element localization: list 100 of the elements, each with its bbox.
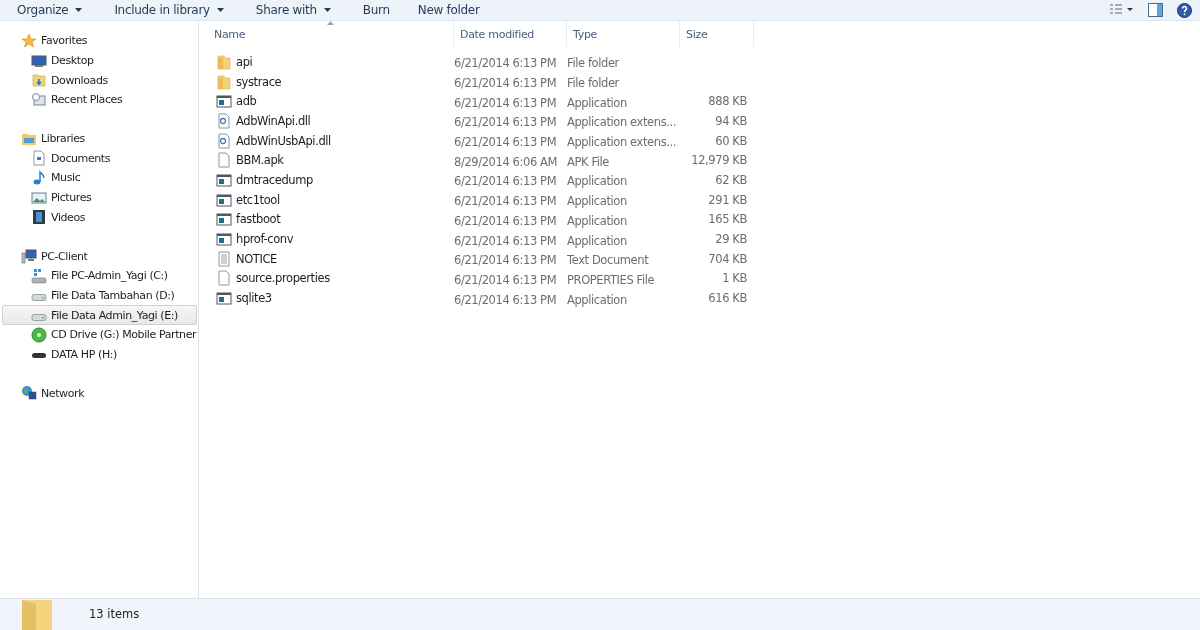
caret-icon — [216, 8, 224, 12]
nav-item[interactable]: PC-Client — [2, 246, 197, 266]
file-name[interactable]: adb — [236, 94, 257, 109]
application-icon — [216, 171, 232, 188]
nav-item[interactable]: Pictures — [2, 187, 197, 208]
file-type: File folder — [567, 76, 619, 91]
file-type: Application — [567, 213, 627, 228]
nav-item[interactable]: Videos — [2, 207, 197, 228]
removable-drive-icon — [31, 353, 47, 359]
nav-item[interactable]: File Data Tambahan (D:) — [2, 285, 197, 306]
help-icon[interactable] — [1177, 2, 1192, 18]
column-header[interactable]: Type — [567, 21, 680, 47]
file-name[interactable]: hprof-conv — [236, 232, 294, 247]
nav-item[interactable]: Libraries — [2, 128, 197, 149]
file-name[interactable]: AdbWinUsbApi.dll — [236, 133, 331, 148]
application-icon — [216, 231, 232, 248]
application-icon — [216, 211, 232, 228]
file-name[interactable]: NOTICE — [236, 251, 277, 266]
toolbar-button[interactable]: Burn — [362, 1, 390, 19]
nav-item[interactable]: Desktop — [2, 50, 197, 71]
file-type: Application — [567, 174, 627, 189]
date-modified: 6/21/2014 6:13 PM — [454, 213, 557, 228]
date-modified: 8/29/2014 6:06 AM — [454, 154, 558, 169]
date-modified: 6/21/2014 6:13 PM — [454, 115, 557, 130]
file-name[interactable]: fastboot — [236, 212, 281, 227]
preview-pane-icon[interactable] — [1148, 3, 1163, 17]
view-options-icon[interactable] — [1110, 4, 1134, 16]
drive-icon — [31, 313, 47, 321]
recent-places-icon — [31, 91, 47, 108]
film-icon — [31, 209, 47, 226]
file-type: Application extens... — [567, 135, 677, 150]
date-modified: 6/21/2014 6:13 PM — [454, 233, 557, 248]
column-header[interactable]: Name — [208, 21, 454, 47]
file-name[interactable]: BBM.apk — [236, 153, 284, 168]
toolbar-button[interactable]: Include in library — [114, 1, 224, 19]
date-modified: 6/21/2014 6:13 PM — [454, 56, 557, 71]
nav-item[interactable]: File Data Admin_Yagi (E:) — [2, 305, 197, 325]
application-icon — [216, 290, 232, 307]
column-header[interactable]: Date modified — [454, 21, 567, 47]
file-icon — [216, 152, 232, 169]
caret-icon — [323, 8, 331, 12]
download-folder-icon — [31, 72, 47, 89]
nav-item[interactable]: File PC-Admin_Yagi (C:) — [2, 265, 197, 286]
nav-item[interactable]: Recent Places — [2, 90, 197, 110]
file-type: Application — [567, 233, 627, 248]
folder-icon — [216, 73, 232, 90]
file-size: 62 KB — [715, 172, 747, 187]
application-icon — [216, 93, 232, 110]
file-name[interactable]: source.properties — [236, 271, 330, 286]
file-name[interactable]: AdbWinApi.dll — [236, 113, 311, 128]
file-name[interactable]: sqlite3 — [236, 291, 272, 306]
file-type: Text Document — [567, 253, 649, 268]
date-modified: 6/21/2014 6:13 PM — [454, 292, 557, 307]
file-size: 291 KB — [708, 192, 747, 207]
file-icon — [216, 270, 232, 287]
drive-icon — [31, 293, 47, 301]
toolbar-button[interactable]: Share with — [255, 1, 331, 19]
nav-item[interactable]: Downloads — [2, 70, 197, 91]
star-icon — [21, 32, 37, 49]
item-count: 13 items — [89, 606, 140, 621]
settings-file-icon — [216, 132, 232, 149]
date-modified: 6/21/2014 6:13 PM — [454, 272, 557, 287]
music-note-icon — [31, 169, 47, 186]
file-name[interactable]: api — [236, 54, 253, 69]
date-modified: 6/21/2014 6:13 PM — [454, 174, 557, 189]
file-type: Application — [567, 194, 627, 209]
file-size: 704 KB — [708, 251, 747, 266]
file-size: 12,979 KB — [691, 153, 747, 168]
date-modified: 6/21/2014 6:13 PM — [454, 194, 557, 209]
network-icon — [21, 385, 37, 402]
caret-icon — [75, 8, 83, 12]
monitor-icon — [31, 52, 47, 69]
file-size: 94 KB — [715, 113, 747, 128]
nav-item[interactable]: Network — [2, 383, 197, 403]
file-name[interactable]: systrace — [236, 74, 282, 89]
file-size: 1 KB — [722, 271, 747, 286]
date-modified: 6/21/2014 6:13 PM — [454, 253, 557, 268]
nav-item[interactable]: CD Drive (G:) Mobile Partner — [2, 324, 197, 345]
toolbar-button[interactable]: Organize — [17, 1, 83, 19]
date-modified: 6/21/2014 6:13 PM — [454, 135, 557, 150]
toolbar-button[interactable]: New folder — [417, 1, 480, 19]
file-size: 165 KB — [708, 212, 747, 227]
computer-icon — [21, 248, 37, 265]
folder-icon — [21, 599, 55, 630]
file-size: 60 KB — [715, 133, 747, 148]
folder-icon — [216, 53, 232, 70]
nav-item[interactable]: Favorites — [2, 31, 197, 51]
nav-item[interactable]: Music — [2, 168, 197, 188]
file-type: File folder — [567, 56, 619, 71]
file-name[interactable]: dmtracedump — [236, 172, 313, 187]
file-type: PROPERTIES File — [567, 272, 655, 287]
settings-file-icon — [216, 112, 232, 129]
file-name[interactable]: etc1tool — [236, 192, 280, 207]
nav-item[interactable]: DATA HP (H:) — [2, 344, 197, 365]
file-size: 29 KB — [715, 232, 747, 247]
disc-icon — [31, 326, 47, 343]
picture-icon — [31, 189, 47, 206]
date-modified: 6/21/2014 6:13 PM — [454, 76, 557, 91]
column-header[interactable]: Size — [680, 21, 754, 47]
nav-item[interactable]: Documents — [2, 148, 197, 169]
